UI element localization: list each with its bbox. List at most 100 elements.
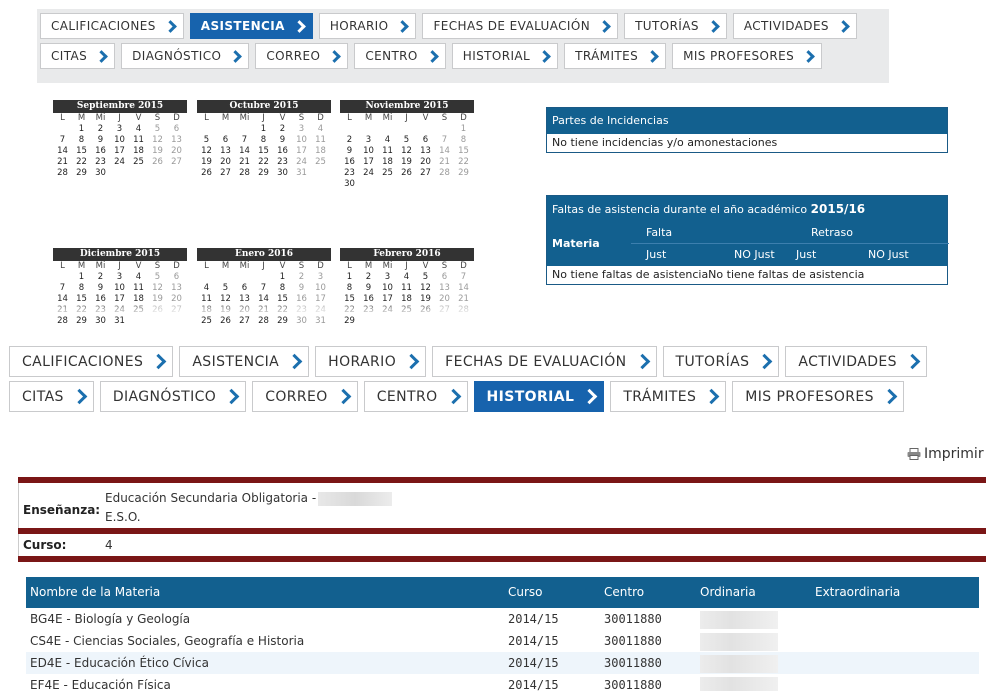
calendar-day[interactable]: 2 (292, 272, 311, 283)
calendar-day[interactable]: 1 (72, 272, 91, 283)
calendar-day[interactable]: 24 (359, 168, 378, 179)
calendar-day[interactable]: 28 (53, 316, 72, 327)
calendar-day[interactable]: 14 (53, 146, 72, 157)
calendar-day[interactable]: 7 (454, 272, 473, 283)
calendar-day[interactable]: 28 (254, 316, 273, 327)
calendar-day[interactable]: 14 (435, 146, 454, 157)
tab-correo[interactable]: CORREO (252, 381, 358, 412)
calendar-day[interactable]: 17 (359, 157, 378, 168)
calendar-day[interactable]: 12 (416, 283, 435, 294)
calendar-day[interactable]: 1 (454, 124, 473, 135)
calendar-day[interactable]: 13 (167, 135, 186, 146)
calendar-day[interactable]: 11 (378, 146, 397, 157)
calendar-day[interactable]: 6 (435, 272, 454, 283)
calendar-day[interactable]: 11 (129, 135, 148, 146)
calendar-day[interactable]: 6 (216, 135, 235, 146)
calendar-day[interactable]: 15 (254, 146, 273, 157)
calendar-day[interactable]: 9 (340, 146, 359, 157)
tab-actividades[interactable]: ACTIVIDADES (732, 13, 857, 39)
calendar-day[interactable]: 9 (359, 283, 378, 294)
tab-fechas-de-evaluacion[interactable]: FECHAS DE EVALUACIÓN (422, 13, 619, 39)
calendar-day[interactable]: 18 (311, 146, 330, 157)
calendar-day[interactable]: 7 (435, 135, 454, 146)
calendar-day[interactable]: 23 (340, 168, 359, 179)
calendar-day[interactable]: 4 (378, 135, 397, 146)
calendar-day[interactable]: 30 (340, 179, 359, 190)
calendar-day[interactable]: 4 (129, 272, 148, 283)
calendar-day[interactable]: 1 (340, 272, 359, 283)
calendar-day[interactable]: 8 (454, 135, 473, 146)
calendar-day[interactable]: 5 (416, 272, 435, 283)
calendar-day[interactable]: 1 (72, 124, 91, 135)
tab-historial[interactable]: HISTORIAL (473, 381, 605, 412)
tab-tutorias[interactable]: TUTORÍAS (624, 13, 727, 39)
calendar-day[interactable]: 28 (235, 168, 254, 179)
tab-citas[interactable]: CITAS (9, 381, 94, 412)
tab-actividades[interactable]: ACTIVIDADES (785, 346, 927, 377)
tab-mis-profesores[interactable]: MIS PROFESORES (672, 43, 823, 69)
calendar-day[interactable]: 8 (273, 283, 292, 294)
tab-tutorias[interactable]: TUTORÍAS (662, 346, 780, 377)
calendar-day[interactable]: 29 (254, 168, 273, 179)
calendar-day[interactable]: 8 (254, 135, 273, 146)
calendar-day[interactable]: 8 (72, 283, 91, 294)
calendar-day[interactable]: 4 (311, 124, 330, 135)
calendar-day[interactable]: 27 (167, 157, 186, 168)
calendar-day[interactable]: 30 (273, 168, 292, 179)
calendar-day[interactable]: 3 (378, 272, 397, 283)
tab-mis-profesores[interactable]: MIS PROFESORES (732, 381, 904, 412)
calendar-day[interactable]: 2 (359, 272, 378, 283)
calendar-day[interactable]: 21 (53, 157, 72, 168)
calendar-day[interactable]: 7 (53, 135, 72, 146)
tab-historial[interactable]: HISTORIAL (451, 43, 559, 69)
calendar-day[interactable]: 20 (216, 157, 235, 168)
calendar-day[interactable]: 29 (340, 316, 359, 327)
calendar-day[interactable]: 30 (91, 316, 110, 327)
calendar-day[interactable]: 20 (416, 157, 435, 168)
calendar-day[interactable]: 2 (273, 124, 292, 135)
calendar-day[interactable]: 13 (216, 146, 235, 157)
tab-fechas-de-evaluacion[interactable]: FECHAS DE EVALUACIÓN (432, 346, 657, 377)
calendar-day[interactable]: 10 (359, 146, 378, 157)
calendar-day[interactable]: 10 (311, 283, 330, 294)
calendar-day[interactable]: 16 (273, 146, 292, 157)
calendar-day[interactable]: 8 (340, 283, 359, 294)
calendar-day[interactable]: 10 (110, 135, 129, 146)
tab-horario[interactable]: HORARIO (315, 346, 427, 377)
calendar-day[interactable]: 1 (273, 272, 292, 283)
calendar-day[interactable]: 22 (454, 157, 473, 168)
calendar-day[interactable]: 24 (110, 157, 129, 168)
calendar-day[interactable]: 17 (292, 146, 311, 157)
calendar-day[interactable]: 3 (292, 124, 311, 135)
calendar-day[interactable]: 23 (273, 157, 292, 168)
calendar-day[interactable]: 29 (454, 168, 473, 179)
calendar-day[interactable]: 15 (72, 146, 91, 157)
tab-calificaciones[interactable]: CALIFICACIONES (9, 346, 174, 377)
calendar-day[interactable]: 6 (167, 124, 186, 135)
calendar-day[interactable]: 30 (91, 168, 110, 179)
calendar-day[interactable]: 9 (91, 283, 110, 294)
calendar-day[interactable]: 10 (378, 283, 397, 294)
calendar-day[interactable]: 3 (311, 272, 330, 283)
calendar-day[interactable]: 4 (197, 283, 216, 294)
tab-citas[interactable]: CITAS (40, 43, 116, 69)
calendar-day[interactable]: 27 (216, 168, 235, 179)
calendar-day[interactable]: 16 (91, 146, 110, 157)
calendar-day[interactable]: 26 (216, 316, 235, 327)
calendar-day[interactable]: 8 (72, 135, 91, 146)
calendar-day[interactable]: 12 (148, 135, 167, 146)
calendar-day[interactable]: 25 (129, 157, 148, 168)
calendar-day[interactable]: 29 (72, 168, 91, 179)
calendar-day[interactable]: 9 (273, 135, 292, 146)
calendar-day[interactable]: 19 (148, 146, 167, 157)
calendar-day[interactable]: 3 (110, 272, 129, 283)
calendar-day[interactable]: 10 (110, 283, 129, 294)
calendar-day[interactable]: 15 (454, 146, 473, 157)
calendar-day[interactable]: 18 (378, 157, 397, 168)
calendar-day[interactable]: 25 (197, 316, 216, 327)
calendar-day[interactable]: 13 (435, 283, 454, 294)
calendar-day[interactable]: 5 (216, 283, 235, 294)
calendar-day[interactable]: 12 (197, 146, 216, 157)
calendar-day[interactable]: 28 (53, 168, 72, 179)
calendar-day[interactable]: 5 (148, 124, 167, 135)
